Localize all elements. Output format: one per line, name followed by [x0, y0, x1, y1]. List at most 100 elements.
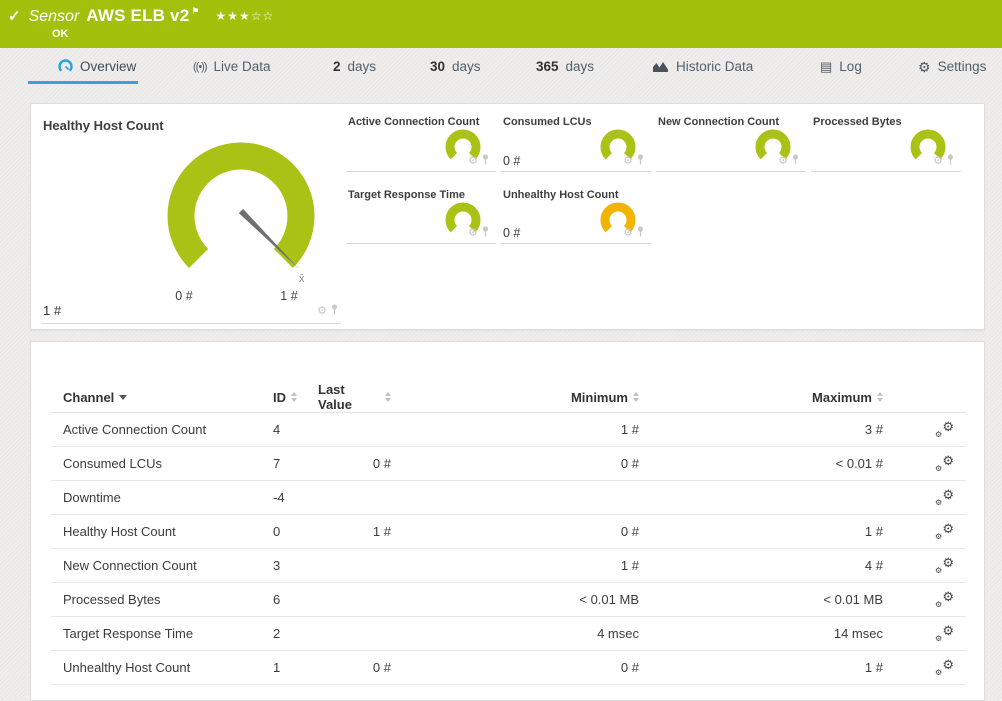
tab-label: Historic Data	[676, 59, 754, 74]
tab-bar: Overview ((•)) Live Data 2 days 30 days …	[0, 48, 1002, 92]
column-header-minimum[interactable]: Minimum	[391, 390, 639, 405]
gauge-title: Target Response Time	[348, 189, 465, 201]
channel-gear-icon[interactable]: ⚙	[468, 155, 478, 167]
table-row[interactable]: Active Connection Count 4 1 # 3 # ⚙ ⚙	[51, 413, 966, 447]
channel-id: 3	[273, 558, 281, 573]
channel-name[interactable]: Active Connection Count	[63, 422, 273, 437]
tab-2-days[interactable]: 2 days	[333, 59, 376, 74]
gauge-title: Unhealthy Host Count	[503, 189, 619, 201]
channel-pin-icon[interactable]	[946, 152, 955, 170]
channel-id: 2	[273, 626, 281, 641]
channel-settings-gears-icon[interactable]: ⚙ ⚙	[935, 555, 954, 575]
column-header-last-value[interactable]: Last Value	[318, 382, 391, 412]
channel-pin-icon[interactable]	[636, 152, 645, 170]
sensor-header: ✓ Sensor AWS ELB v2 ⚑ ★★★☆☆ OK	[0, 0, 1002, 48]
main-gauge-healthy-host-count: Healthy Host Count 0 # 1 # x̄ 1 # ⚙	[41, 110, 341, 324]
channel-settings-gears-icon[interactable]: ⚙ ⚙	[935, 521, 954, 541]
tab-log[interactable]: ▤ Log	[820, 59, 862, 74]
channel-name[interactable]: New Connection Count	[63, 558, 273, 573]
sort-icon[interactable]	[877, 392, 883, 402]
channel-gear-icon[interactable]: ⚙	[623, 155, 633, 167]
table-header-row: Channel ID Last Value Minimum Maximum	[51, 382, 966, 413]
sort-icon[interactable]	[291, 392, 297, 402]
channel-settings-gears-icon[interactable]: ⚙ ⚙	[935, 623, 954, 643]
table-row[interactable]: Unhealthy Host Count 1 0 # 0 # 1 # ⚙ ⚙	[51, 651, 966, 685]
channel-name[interactable]: Target Response Time	[63, 626, 273, 641]
channel-pin-icon[interactable]	[481, 152, 490, 170]
small-gauge-target-response-time: Target Response Time ⚙	[346, 185, 496, 244]
gauge-current-value: 1 #	[43, 303, 62, 318]
channel-pin-icon[interactable]	[330, 302, 339, 320]
tab-365-days[interactable]: 365 days	[536, 59, 594, 74]
channel-pin-icon[interactable]	[791, 152, 800, 170]
gauge-dial	[167, 142, 315, 269]
priority-stars[interactable]: ★★★☆☆	[215, 9, 274, 23]
status-badge: OK	[52, 28, 69, 40]
channel-name[interactable]: Unhealthy Host Count	[63, 660, 273, 675]
channel-id: 4	[273, 422, 281, 437]
channel-gear-icon[interactable]: ⚙	[468, 227, 478, 239]
channel-settings-gears-icon[interactable]: ⚙ ⚙	[935, 487, 954, 507]
table-row[interactable]: Processed Bytes 6 < 0.01 MB < 0.01 MB ⚙ ⚙	[51, 583, 966, 617]
channel-settings-gears-icon[interactable]: ⚙ ⚙	[935, 453, 954, 473]
small-gauge-processed-bytes: Processed Bytes ⚙	[811, 112, 961, 172]
gauge-current-value: 0 #	[503, 226, 521, 240]
channel-name[interactable]: Processed Bytes	[63, 592, 273, 607]
minimum-value: 0 #	[620, 456, 639, 471]
column-header-id[interactable]: ID	[273, 390, 318, 405]
minimum-value: 0 #	[620, 660, 639, 675]
channel-name[interactable]: Downtime	[63, 490, 273, 505]
gauge-icon	[58, 59, 73, 72]
minimum-value: 1 #	[620, 422, 639, 437]
small-gauge-unhealthy-host-count: Unhealthy Host Count 0 # ⚙	[501, 185, 651, 244]
gauge-mean-marker: x̄	[299, 273, 305, 285]
channel-id: 7	[273, 456, 281, 471]
channel-pin-icon[interactable]	[636, 224, 645, 242]
column-header-channel[interactable]: Channel	[63, 390, 273, 405]
status-check-icon: ✓	[8, 8, 21, 25]
table-row[interactable]: Downtime -4 ⚙ ⚙	[51, 481, 966, 515]
last-value: 0 #	[372, 660, 391, 675]
stars-filled: ★★★	[215, 9, 251, 23]
tab-overview[interactable]: Overview	[27, 59, 139, 84]
channel-gear-icon[interactable]: ⚙	[778, 155, 788, 167]
channel-id: -4	[273, 490, 285, 505]
tab-30-days[interactable]: 30 days	[430, 59, 481, 74]
log-list-icon: ▤	[820, 59, 833, 74]
gauges-panel: Healthy Host Count 0 # 1 # x̄ 1 # ⚙ Acti…	[30, 103, 985, 330]
tab-label: Settings	[937, 59, 987, 74]
maximum-value: 14 msec	[833, 626, 883, 641]
table-row[interactable]: New Connection Count 3 1 # 4 # ⚙ ⚙	[51, 549, 966, 583]
sort-desc-icon[interactable]	[119, 394, 128, 400]
table-row[interactable]: Healthy Host Count 0 1 # 0 # 1 # ⚙ ⚙	[51, 515, 966, 549]
channel-settings-gears-icon[interactable]: ⚙ ⚙	[935, 657, 954, 677]
channel-settings-gears-icon[interactable]: ⚙ ⚙	[935, 419, 954, 439]
channel-pin-icon[interactable]	[481, 224, 490, 242]
tab-historic-data[interactable]: Historic Data	[652, 59, 753, 74]
gauge-title: Processed Bytes	[813, 116, 902, 128]
small-gauge-new-connection-count: New Connection Count ⚙	[656, 112, 806, 172]
tab-label: Log	[839, 59, 862, 74]
tab-live-data[interactable]: ((•)) Live Data	[193, 59, 271, 74]
sensor-name: AWS ELB v2	[86, 6, 190, 25]
table-row[interactable]: Target Response Time 2 4 msec 14 msec ⚙ ⚙	[51, 617, 966, 651]
flag-icon[interactable]: ⚑	[191, 6, 199, 17]
channel-gear-icon[interactable]: ⚙	[623, 227, 633, 239]
column-header-maximum[interactable]: Maximum	[639, 390, 883, 405]
channels-table-panel: Channel ID Last Value Minimum Maximum Ac…	[30, 341, 985, 701]
maximum-value: < 0.01 #	[835, 456, 883, 471]
channel-id: 0	[273, 524, 281, 539]
channel-name[interactable]: Consumed LCUs	[63, 456, 273, 471]
tab-settings[interactable]: ⚙ Settings	[918, 59, 986, 74]
minimum-value: 0 #	[620, 524, 639, 539]
channel-gear-icon[interactable]: ⚙	[933, 155, 943, 167]
last-value: 0 #	[372, 456, 391, 471]
channels-table: Channel ID Last Value Minimum Maximum Ac…	[31, 342, 984, 685]
gauge-title: Active Connection Count	[348, 116, 480, 128]
gauge-scale-max: 1 #	[280, 289, 298, 303]
channel-gear-icon[interactable]: ⚙	[317, 305, 327, 317]
channel-name[interactable]: Healthy Host Count	[63, 524, 273, 539]
table-row[interactable]: Consumed LCUs 7 0 # 0 # < 0.01 # ⚙ ⚙	[51, 447, 966, 481]
channel-settings-gears-icon[interactable]: ⚙ ⚙	[935, 589, 954, 609]
tab-label: days	[452, 59, 481, 74]
